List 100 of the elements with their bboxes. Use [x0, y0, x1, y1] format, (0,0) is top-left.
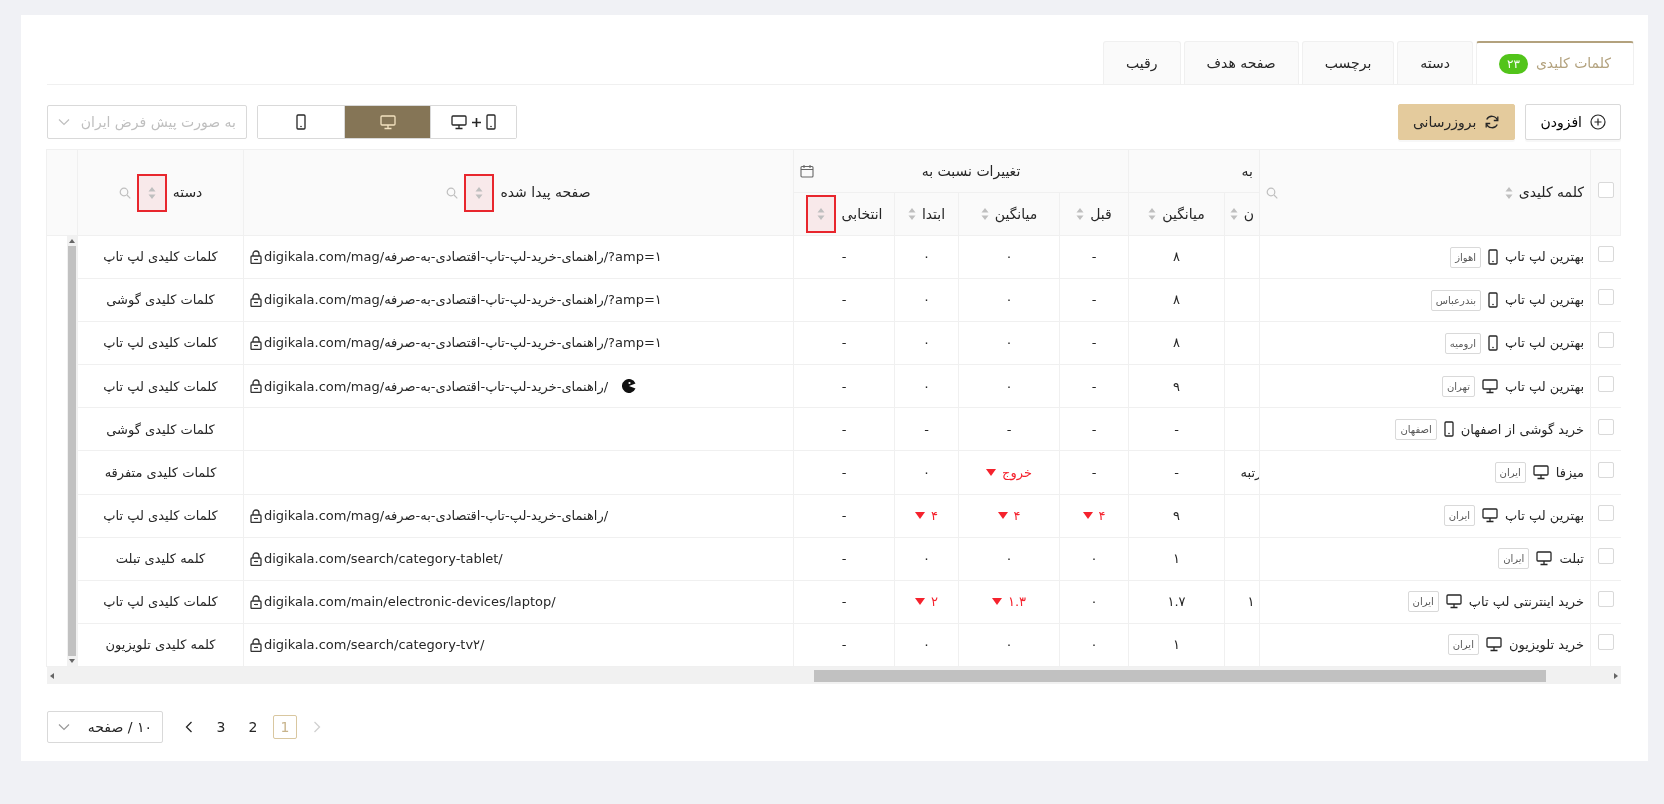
page-url[interactable]: digikala.com/mag/راهنمای-خرید-لپ-تاپ-اقتصادی-به-صرفه/ — [264, 376, 609, 397]
cell-value: - — [841, 335, 847, 351]
checkbox[interactable] — [1597, 591, 1614, 608]
checkbox[interactable] — [1598, 181, 1614, 198]
page-size-select[interactable]: ۱۰ / صفحه — [47, 711, 163, 743]
cell-value: - — [1174, 421, 1179, 437]
cell-value: - — [1174, 464, 1179, 480]
tab[interactable]: صفحه هدف — [1183, 41, 1299, 84]
category-cell: کلمات کلیدی لپ تاپ — [77, 494, 244, 538]
cell-value: - — [1091, 421, 1097, 437]
checkbox[interactable] — [1597, 246, 1614, 263]
lock-icon — [250, 637, 262, 652]
checkbox[interactable] — [1597, 418, 1614, 435]
cell-value: ۰ — [1005, 637, 1013, 653]
category-cell: کلمه کلیدی تلویزیون — [77, 623, 244, 667]
desktop-plus-mobile-icon — [451, 114, 496, 130]
device-toggle-group[interactable] — [257, 105, 517, 139]
city-tag: ارومیه — [1444, 332, 1481, 354]
cell-value: ۰ — [1090, 637, 1098, 653]
category-cell: کلمات کلیدی لپ تاپ — [77, 580, 244, 624]
checkbox[interactable] — [1597, 289, 1614, 306]
cell-value: - — [841, 421, 847, 437]
cell-value: ۰ — [923, 335, 930, 351]
chevron-left-icon — [185, 721, 193, 733]
tab[interactable]: برچسب — [1301, 41, 1395, 84]
checkbox[interactable] — [1597, 461, 1614, 478]
keyword-text[interactable]: بهترین لپ تاپ — [1504, 247, 1584, 267]
cell-value: - — [1091, 378, 1097, 394]
search-icon[interactable] — [1266, 186, 1278, 199]
page-button[interactable]: 2 — [241, 715, 265, 739]
keyword-text[interactable]: بهترین لپ تاپ — [1504, 333, 1584, 353]
page-url[interactable]: digikala.com/search/category-tv۲/ — [264, 635, 485, 655]
category-cell: کلمات کلیدی لپ تاپ — [77, 364, 244, 408]
keyword-text[interactable]: خرید گوشی از اصفهان — [1460, 419, 1584, 440]
search-icon[interactable] — [118, 186, 131, 199]
cell-value: - — [841, 292, 847, 308]
column-header[interactable]: صفحه پیدا شده — [500, 182, 591, 203]
cell-value: ۹ — [1173, 378, 1180, 394]
change-value: ۴ — [1098, 506, 1106, 525]
cell-value: - — [841, 594, 847, 610]
page-url[interactable]: digikala.com/mag/راهنمای-خرید-لپ-تاپ-اقتصادی-به-صرفه/?amp=۱ — [264, 247, 662, 267]
refresh-button[interactable]: بروزرسانی — [1397, 104, 1516, 140]
cell-value: ۰ — [1005, 550, 1013, 566]
cell-value: - — [841, 464, 847, 480]
lock-icon — [250, 508, 262, 523]
keyword-text[interactable]: بهترین لپ تاپ — [1504, 290, 1584, 310]
city-tag: ایران — [1443, 505, 1475, 527]
checkbox[interactable] — [1597, 547, 1614, 564]
page-url[interactable]: digikala.com/search/category-tablet/ — [264, 548, 503, 569]
column-header[interactable]: ابتدا — [921, 203, 946, 225]
lock-icon — [250, 336, 262, 351]
page-button[interactable]: 3 — [209, 715, 233, 739]
city-tag: ایران — [1498, 548, 1530, 570]
column-header[interactable]: دسته — [172, 182, 203, 203]
group-header: به — [1240, 161, 1253, 181]
city-tag: ایران — [1407, 591, 1439, 613]
cell-value: ۸ — [1173, 292, 1180, 308]
cell-value: ۰ — [1005, 378, 1013, 394]
lock-icon — [250, 250, 262, 265]
page-url[interactable]: digikala.com/mag/راهنمای-خرید-لپ-تاپ-اقتصادی-به-صرفه/ — [264, 505, 609, 526]
column-header[interactable]: قبل — [1090, 203, 1112, 225]
keyword-text[interactable]: میزفا — [1555, 462, 1584, 483]
device-toggle[interactable] — [430, 106, 516, 138]
plus-circle-icon — [1590, 114, 1606, 130]
city-tag: اصفهان — [1395, 418, 1437, 440]
checkbox[interactable] — [1597, 634, 1614, 651]
cell-value: - — [1091, 292, 1097, 308]
tab[interactable]: دسته — [1397, 41, 1473, 84]
cell-value: ۸ — [1173, 249, 1180, 265]
search-icon[interactable] — [446, 186, 459, 199]
lock-icon — [250, 551, 262, 566]
add-button[interactable]: افزودن — [1525, 104, 1621, 140]
page-url[interactable]: digikala.com/mag/راهنمای-خرید-لپ-تاپ-اقتصادی-به-صرفه/?amp=۱ — [264, 290, 662, 310]
checkbox[interactable] — [1597, 375, 1614, 392]
keyword-text[interactable]: بهترین لپ تاپ — [1504, 376, 1584, 397]
keyword-text[interactable]: بهترین لپ تاپ — [1504, 505, 1584, 526]
cell-value: ۰ — [1005, 292, 1013, 308]
keyword-text[interactable]: تبلت — [1559, 548, 1584, 569]
calendar-icon[interactable] — [800, 164, 814, 178]
tab[interactable]: رقیب — [1103, 41, 1181, 84]
cell-value: - — [841, 550, 847, 566]
horizontal-scrollbar[interactable] — [47, 667, 1621, 684]
cell-value: ۰ — [923, 637, 930, 653]
city-tag: ایران — [1494, 462, 1526, 483]
cell-value: ۰ — [923, 464, 930, 480]
city-tag: ایران — [1447, 634, 1479, 656]
keyword-text[interactable]: خرید تلویزیون — [1508, 635, 1584, 655]
page-url[interactable]: digikala.com/main/electronic-devices/laptop/ — [264, 592, 556, 612]
column-header[interactable]: ن — [1243, 203, 1255, 225]
column-header[interactable]: کلمه کلیدی — [1518, 182, 1584, 203]
device-toggle[interactable] — [344, 106, 430, 138]
change-value: ۴ — [1013, 506, 1021, 525]
lock-icon — [250, 293, 262, 308]
keyword-text[interactable]: خرید اینترنتی لپ تاپ — [1468, 592, 1584, 612]
category-cell: کلمات کلیدی گوشی — [77, 278, 244, 322]
page-url[interactable]: digikala.com/mag/راهنمای-خرید-لپ-تاپ-اقتصادی-به-صرفه/?amp=۱ — [264, 333, 662, 353]
checkbox[interactable] — [1597, 332, 1614, 349]
city-tag: اهواز — [1450, 246, 1481, 268]
vertical-scrollbar[interactable] — [67, 236, 77, 666]
checkbox[interactable] — [1597, 504, 1614, 521]
